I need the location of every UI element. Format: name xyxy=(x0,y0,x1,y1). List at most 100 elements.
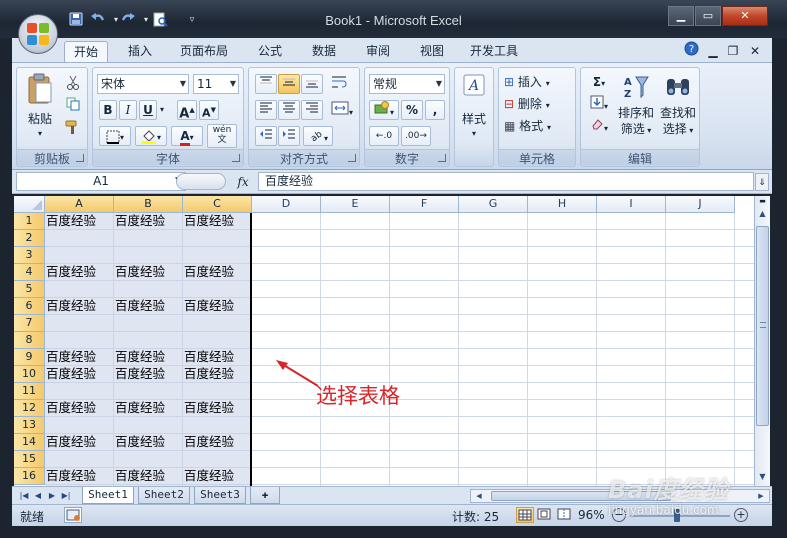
insert-function-button[interactable]: fx xyxy=(232,173,254,191)
delete-cells-button[interactable]: ⊟ 删除 ▾ xyxy=(503,94,573,114)
decrease-decimal-icon[interactable]: .00→ xyxy=(401,126,431,146)
row-header-8[interactable]: 8 xyxy=(14,332,45,349)
cell-c16[interactable]: 百度经验 xyxy=(183,468,234,484)
phonetic-guide-button[interactable]: wén 文 xyxy=(207,124,237,148)
cell-a4[interactable]: 百度经验 xyxy=(45,264,96,280)
sheet-tab-3[interactable]: Sheet3 xyxy=(194,487,246,504)
row-header-13[interactable]: 13 xyxy=(14,417,45,434)
align-left-button[interactable] xyxy=(255,100,277,120)
name-box[interactable]: A1 ▼ xyxy=(16,172,186,191)
row-header-11[interactable]: 11 xyxy=(14,383,45,400)
cell-a12[interactable]: 百度经验 xyxy=(45,400,96,416)
row-header-10[interactable]: 10 xyxy=(14,366,45,383)
fill-icon[interactable]: ▾ xyxy=(585,94,613,114)
align-right-button[interactable] xyxy=(301,100,323,120)
shrink-font-button[interactable]: A▼ xyxy=(199,100,219,120)
column-header-a[interactable]: A xyxy=(45,196,114,213)
percent-style-button[interactable]: % xyxy=(401,100,423,120)
increase-indent-icon[interactable] xyxy=(278,126,300,146)
row-header-7[interactable]: 7 xyxy=(14,315,45,332)
expand-formula-bar-icon[interactable]: ⇓ xyxy=(755,173,769,191)
cell-c12[interactable]: 百度经验 xyxy=(183,400,234,416)
increase-decimal-icon[interactable]: ←.0 xyxy=(369,126,399,146)
tab-home[interactable]: 开始 xyxy=(64,41,108,62)
column-header-j[interactable]: J xyxy=(666,196,735,213)
bold-button[interactable]: B xyxy=(99,100,117,120)
find-select-icon[interactable] xyxy=(659,72,697,106)
zoom-slider-thumb[interactable] xyxy=(674,509,680,522)
cell-b10[interactable]: 百度经验 xyxy=(114,366,165,382)
row-header-3[interactable]: 3 xyxy=(14,247,45,264)
scroll-up-icon[interactable]: ▲ xyxy=(756,207,769,221)
zoom-slider-track[interactable] xyxy=(630,515,730,517)
next-sheet-icon[interactable]: ▶ xyxy=(46,489,58,503)
worksheet-grid[interactable]: ABCDEFGHIJ 1 2 3 4 5 6 7 8 9 10 11 12 13 14 15 16 百度经验百… xyxy=(14,196,754,486)
normal-view-button[interactable] xyxy=(516,507,534,523)
format-cells-button[interactable]: ▦ 格式 ▾ xyxy=(503,116,573,136)
align-bottom-button[interactable] xyxy=(301,74,323,94)
row-header-16[interactable]: 16 xyxy=(14,468,45,485)
column-header-f[interactable]: F xyxy=(390,196,459,213)
cell-c9[interactable]: 百度经验 xyxy=(183,349,234,365)
cell-a14[interactable]: 百度经验 xyxy=(45,434,96,450)
align-top-button[interactable] xyxy=(255,74,277,94)
column-header-i[interactable]: I xyxy=(597,196,666,213)
cell-c6[interactable]: 百度经验 xyxy=(183,298,234,314)
insert-cells-button[interactable]: ⊞ 插入 ▾ xyxy=(503,72,573,92)
ribbon-restore-icon[interactable]: ❐ xyxy=(724,41,742,62)
number-launcher-icon[interactable] xyxy=(438,154,446,162)
alignment-launcher-icon[interactable] xyxy=(348,154,356,162)
split-box-icon[interactable]: ▬ xyxy=(756,197,769,205)
row-header-14[interactable]: 14 xyxy=(14,434,45,451)
zoom-out-icon[interactable]: − xyxy=(612,508,626,522)
scroll-left-icon[interactable]: ◀ xyxy=(473,490,485,502)
ribbon-close-icon[interactable]: ✕ xyxy=(746,41,764,62)
zoom-level[interactable]: 96% xyxy=(578,508,605,522)
clipboard-launcher-icon[interactable] xyxy=(76,154,84,162)
cell-b1[interactable]: 百度经验 xyxy=(114,213,165,229)
page-break-view-button[interactable] xyxy=(556,507,574,523)
underline-dropdown-icon[interactable]: ▾ xyxy=(157,100,167,120)
cell-a10[interactable]: 百度经验 xyxy=(45,366,96,382)
comma-style-button[interactable]: , xyxy=(425,100,445,120)
row-header-1[interactable]: 1 xyxy=(14,213,45,230)
tab-view[interactable]: 视图 xyxy=(412,41,452,62)
row-header-9[interactable]: 9 xyxy=(14,349,45,366)
tab-page-layout[interactable]: 页面布局 xyxy=(174,41,234,62)
grow-font-button[interactable]: A▲ xyxy=(177,100,197,121)
row-header-6[interactable]: 6 xyxy=(14,298,45,315)
tab-formulas[interactable]: 公式 xyxy=(250,41,290,62)
cell-c4[interactable]: 百度经验 xyxy=(183,264,234,280)
horizontal-scrollbar[interactable]: ◀ ▶ xyxy=(470,489,770,503)
sheet-tab-2[interactable]: Sheet2 xyxy=(138,487,190,504)
styles-button[interactable]: A xyxy=(459,72,489,112)
fill-color-button[interactable]: ▾ xyxy=(135,126,167,146)
cell-b16[interactable]: 百度经验 xyxy=(114,468,165,484)
cell-b6[interactable]: 百度经验 xyxy=(114,298,165,314)
row-header-15[interactable]: 15 xyxy=(14,451,45,468)
wrap-text-icon[interactable] xyxy=(327,74,351,94)
ribbon-minimize-icon[interactable]: ▁ xyxy=(704,41,722,62)
row-header-12[interactable]: 12 xyxy=(14,400,45,417)
insert-sheet-icon[interactable]: ✚ xyxy=(250,487,280,504)
prev-sheet-icon[interactable]: ◀ xyxy=(32,489,44,503)
cell-a9[interactable]: 百度经验 xyxy=(45,349,96,365)
minimize-button[interactable]: ▁ xyxy=(668,6,694,26)
maximize-button[interactable]: ▭ xyxy=(695,6,721,26)
tab-developer[interactable]: 开发工具 xyxy=(464,41,524,62)
cell-b12[interactable]: 百度经验 xyxy=(114,400,165,416)
row-header-5[interactable]: 5 xyxy=(14,281,45,298)
vertical-scrollbar[interactable]: ▬ ▲ ▼ xyxy=(754,196,770,486)
column-header-c[interactable]: C xyxy=(183,196,252,213)
office-button[interactable] xyxy=(18,14,58,54)
last-sheet-icon[interactable]: ▶| xyxy=(60,489,72,503)
tab-insert[interactable]: 插入 xyxy=(120,41,160,62)
autosum-button[interactable]: Σ▾ xyxy=(585,72,613,92)
decrease-indent-icon[interactable] xyxy=(255,126,277,146)
scroll-down-icon[interactable]: ▼ xyxy=(756,470,769,484)
select-all-button[interactable] xyxy=(14,196,45,213)
cell-b14[interactable]: 百度经验 xyxy=(114,434,165,450)
paste-dropdown-icon[interactable]: ▾ xyxy=(23,126,57,141)
font-size-combo[interactable]: 11 ▼ xyxy=(193,74,239,94)
column-header-d[interactable]: D xyxy=(252,196,321,213)
